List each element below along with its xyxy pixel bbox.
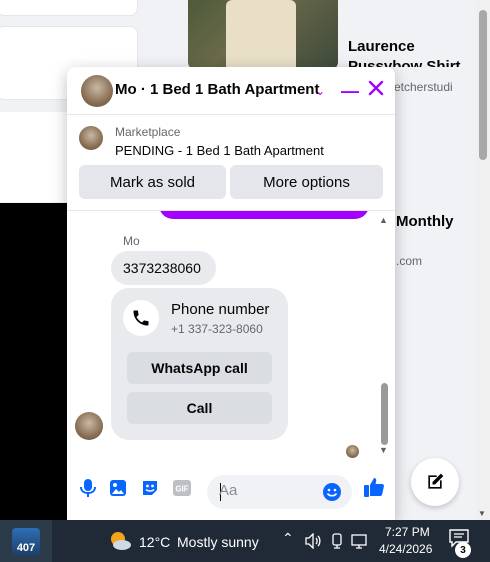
chat-header[interactable]: Mo · 1 Bed 1 Bath Apartment ⌄ — — [67, 67, 395, 115]
phone-icon — [133, 310, 149, 326]
page-scrollbar-thumb[interactable] — [479, 10, 487, 160]
app-badge[interactable]: 407 — [12, 528, 40, 556]
scroll-down-arrow-icon[interactable]: ▼ — [379, 445, 388, 455]
mark-as-sold-button[interactable]: Mark as sold — [79, 165, 226, 199]
temperature[interactable]: 12°C — [139, 534, 170, 550]
more-options-button[interactable]: More options — [230, 165, 383, 199]
taskbar: 407 12°C Mostly sunny ⌃ 7:27 PM 4/24/202… — [0, 520, 490, 562]
message-thread[interactable]: Mo 3373238060 Phone number +1 337-323-80… — [67, 211, 395, 461]
scroll-up-arrow-icon[interactable]: ▲ — [379, 215, 388, 225]
message-bubble[interactable]: 3373238060 — [111, 251, 216, 285]
clock-time[interactable]: 7:27 PM — [385, 525, 430, 539]
message-text: 3373238060 — [123, 260, 201, 276]
scroll-down-arrow-icon[interactable]: ▼ — [478, 509, 486, 518]
marketplace-banner: Marketplace PENDING - 1 Bed 1 Bath Apart… — [67, 115, 395, 211]
chevron-down-icon[interactable]: ⌄ — [315, 79, 325, 103]
emoji-icon[interactable] — [321, 481, 343, 503]
compose-icon — [428, 473, 444, 489]
phone-icon-circle — [123, 300, 159, 336]
message-input-field[interactable] — [207, 475, 352, 509]
svg-text:GIF: GIF — [175, 485, 188, 494]
message-composer: GIF — [67, 461, 395, 520]
background-video-area — [0, 203, 68, 520]
listing-image[interactable] — [188, 0, 338, 70]
weather-condition[interactable]: Mostly sunny — [177, 534, 259, 550]
device-icon[interactable] — [330, 533, 344, 554]
thread-scrollbar[interactable]: ▲ ▼ — [379, 215, 389, 455]
like-thumb-icon[interactable] — [362, 475, 386, 499]
page-scrollbar[interactable]: ▼ — [476, 0, 490, 520]
phone-card-number: +1 337-323-8060 — [171, 322, 263, 336]
photo-icon[interactable] — [107, 477, 129, 499]
phone-card-title: Phone number — [171, 301, 270, 318]
phone-number-card: Phone number +1 337-323-8060 WhatsApp ca… — [111, 288, 288, 440]
gif-icon[interactable]: GIF — [171, 477, 193, 499]
listing-seller: etcherstudi — [394, 80, 453, 94]
weather-icon[interactable] — [108, 530, 132, 554]
call-button[interactable]: Call — [127, 392, 272, 424]
contact-avatar[interactable] — [81, 75, 113, 107]
background-card-lower — [0, 112, 68, 202]
listing2-title[interactable]: Monthly — [396, 213, 454, 230]
microphone-icon[interactable] — [77, 477, 99, 499]
sender-name: Mo — [123, 234, 140, 248]
whatsapp-call-button[interactable]: WhatsApp call — [127, 352, 272, 384]
listing2-sub: .com — [396, 254, 423, 268]
volume-icon[interactable] — [304, 532, 322, 554]
blouse-image — [226, 0, 296, 70]
chevron-up-icon[interactable]: ⌃ — [282, 530, 294, 547]
chat-title[interactable]: Mo · 1 Bed 1 Bath Apartment — [115, 81, 319, 98]
listing-title-line1[interactable]: Laurence — [348, 38, 415, 55]
notification-count-badge: 3 — [455, 542, 471, 558]
network-icon[interactable] — [351, 533, 369, 554]
new-message-button[interactable] — [411, 458, 459, 506]
thread-scrollbar-thumb[interactable] — [381, 383, 388, 445]
close-icon[interactable] — [367, 79, 385, 103]
sender-avatar[interactable] — [75, 412, 103, 440]
chat-window: Mo · 1 Bed 1 Bath Apartment ⌄ — Marketpl… — [67, 67, 395, 520]
read-receipt-avatar — [346, 445, 359, 458]
message-input[interactable] — [219, 482, 319, 499]
marketplace-label: Marketplace — [115, 125, 181, 139]
listing-status: PENDING - 1 Bed 1 Bath Apartment — [115, 143, 324, 158]
clock-date[interactable]: 4/24/2026 — [379, 542, 432, 556]
outgoing-message-bubble — [159, 211, 369, 219]
sticker-icon[interactable] — [139, 477, 161, 499]
background-card-top — [0, 0, 138, 16]
taskbar-app-button[interactable]: 407 — [0, 520, 52, 562]
listing-thumbnail[interactable] — [79, 126, 103, 150]
minimize-icon[interactable]: — — [341, 79, 359, 103]
